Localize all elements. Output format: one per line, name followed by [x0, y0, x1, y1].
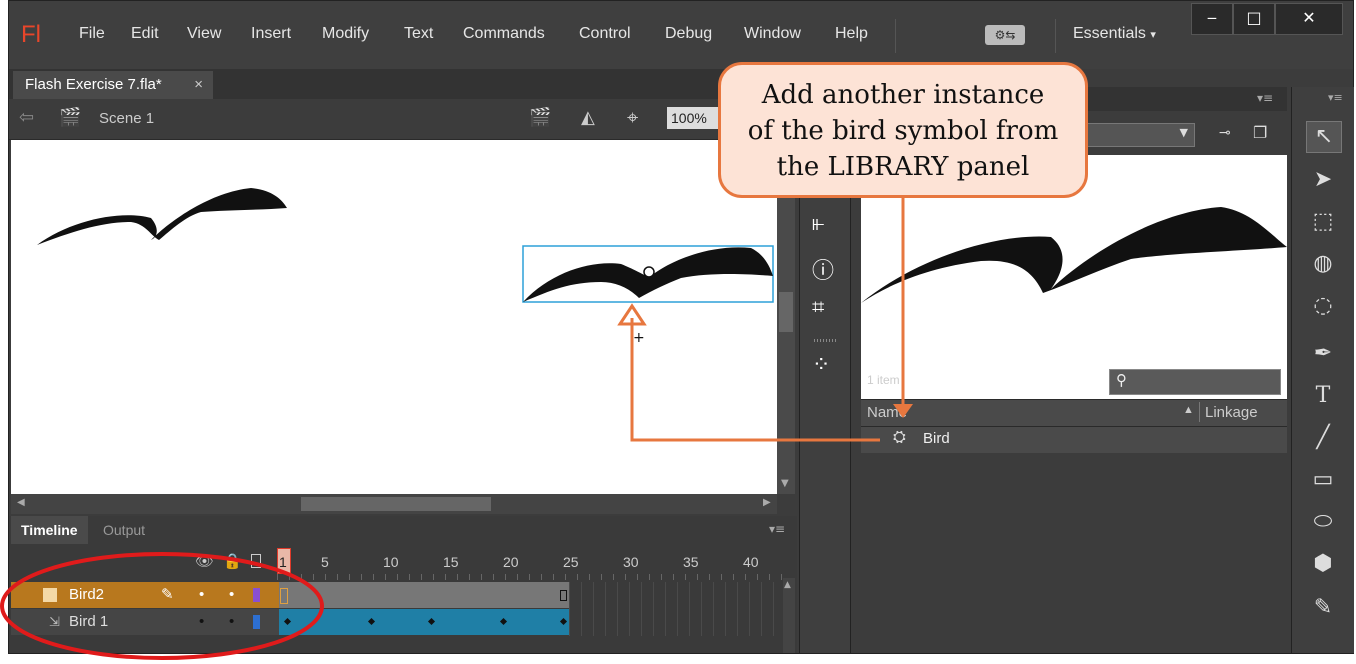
drag-path-arrow: [630, 318, 880, 442]
callout-arrowhead: [893, 404, 913, 418]
callout-line: the LIBRARY panel: [776, 152, 1030, 182]
annotation-overlay: [0, 198, 913, 660]
instruction-callout: Add another instance of the bird symbol …: [718, 62, 1088, 198]
callout-line: Add another instance: [761, 80, 1045, 110]
layers-highlight-ellipse: [0, 552, 324, 660]
callout-line: of the bird symbol from: [747, 116, 1059, 146]
